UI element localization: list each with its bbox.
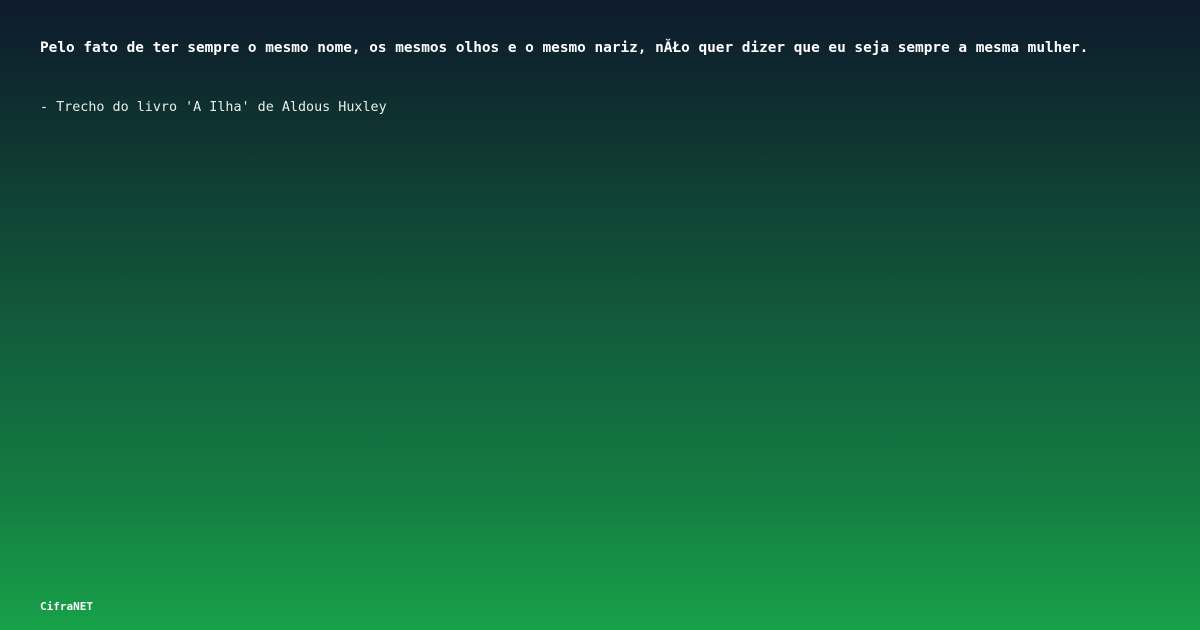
brand-name: CifraNET (40, 600, 93, 613)
quote-card: Pelo fato de ter sempre o mesmo nome, os… (0, 0, 1200, 630)
quote-text: Pelo fato de ter sempre o mesmo nome, os… (40, 40, 1089, 56)
quote-attribution: - Trecho do livro 'A Ilha' de Aldous Hux… (40, 100, 387, 115)
